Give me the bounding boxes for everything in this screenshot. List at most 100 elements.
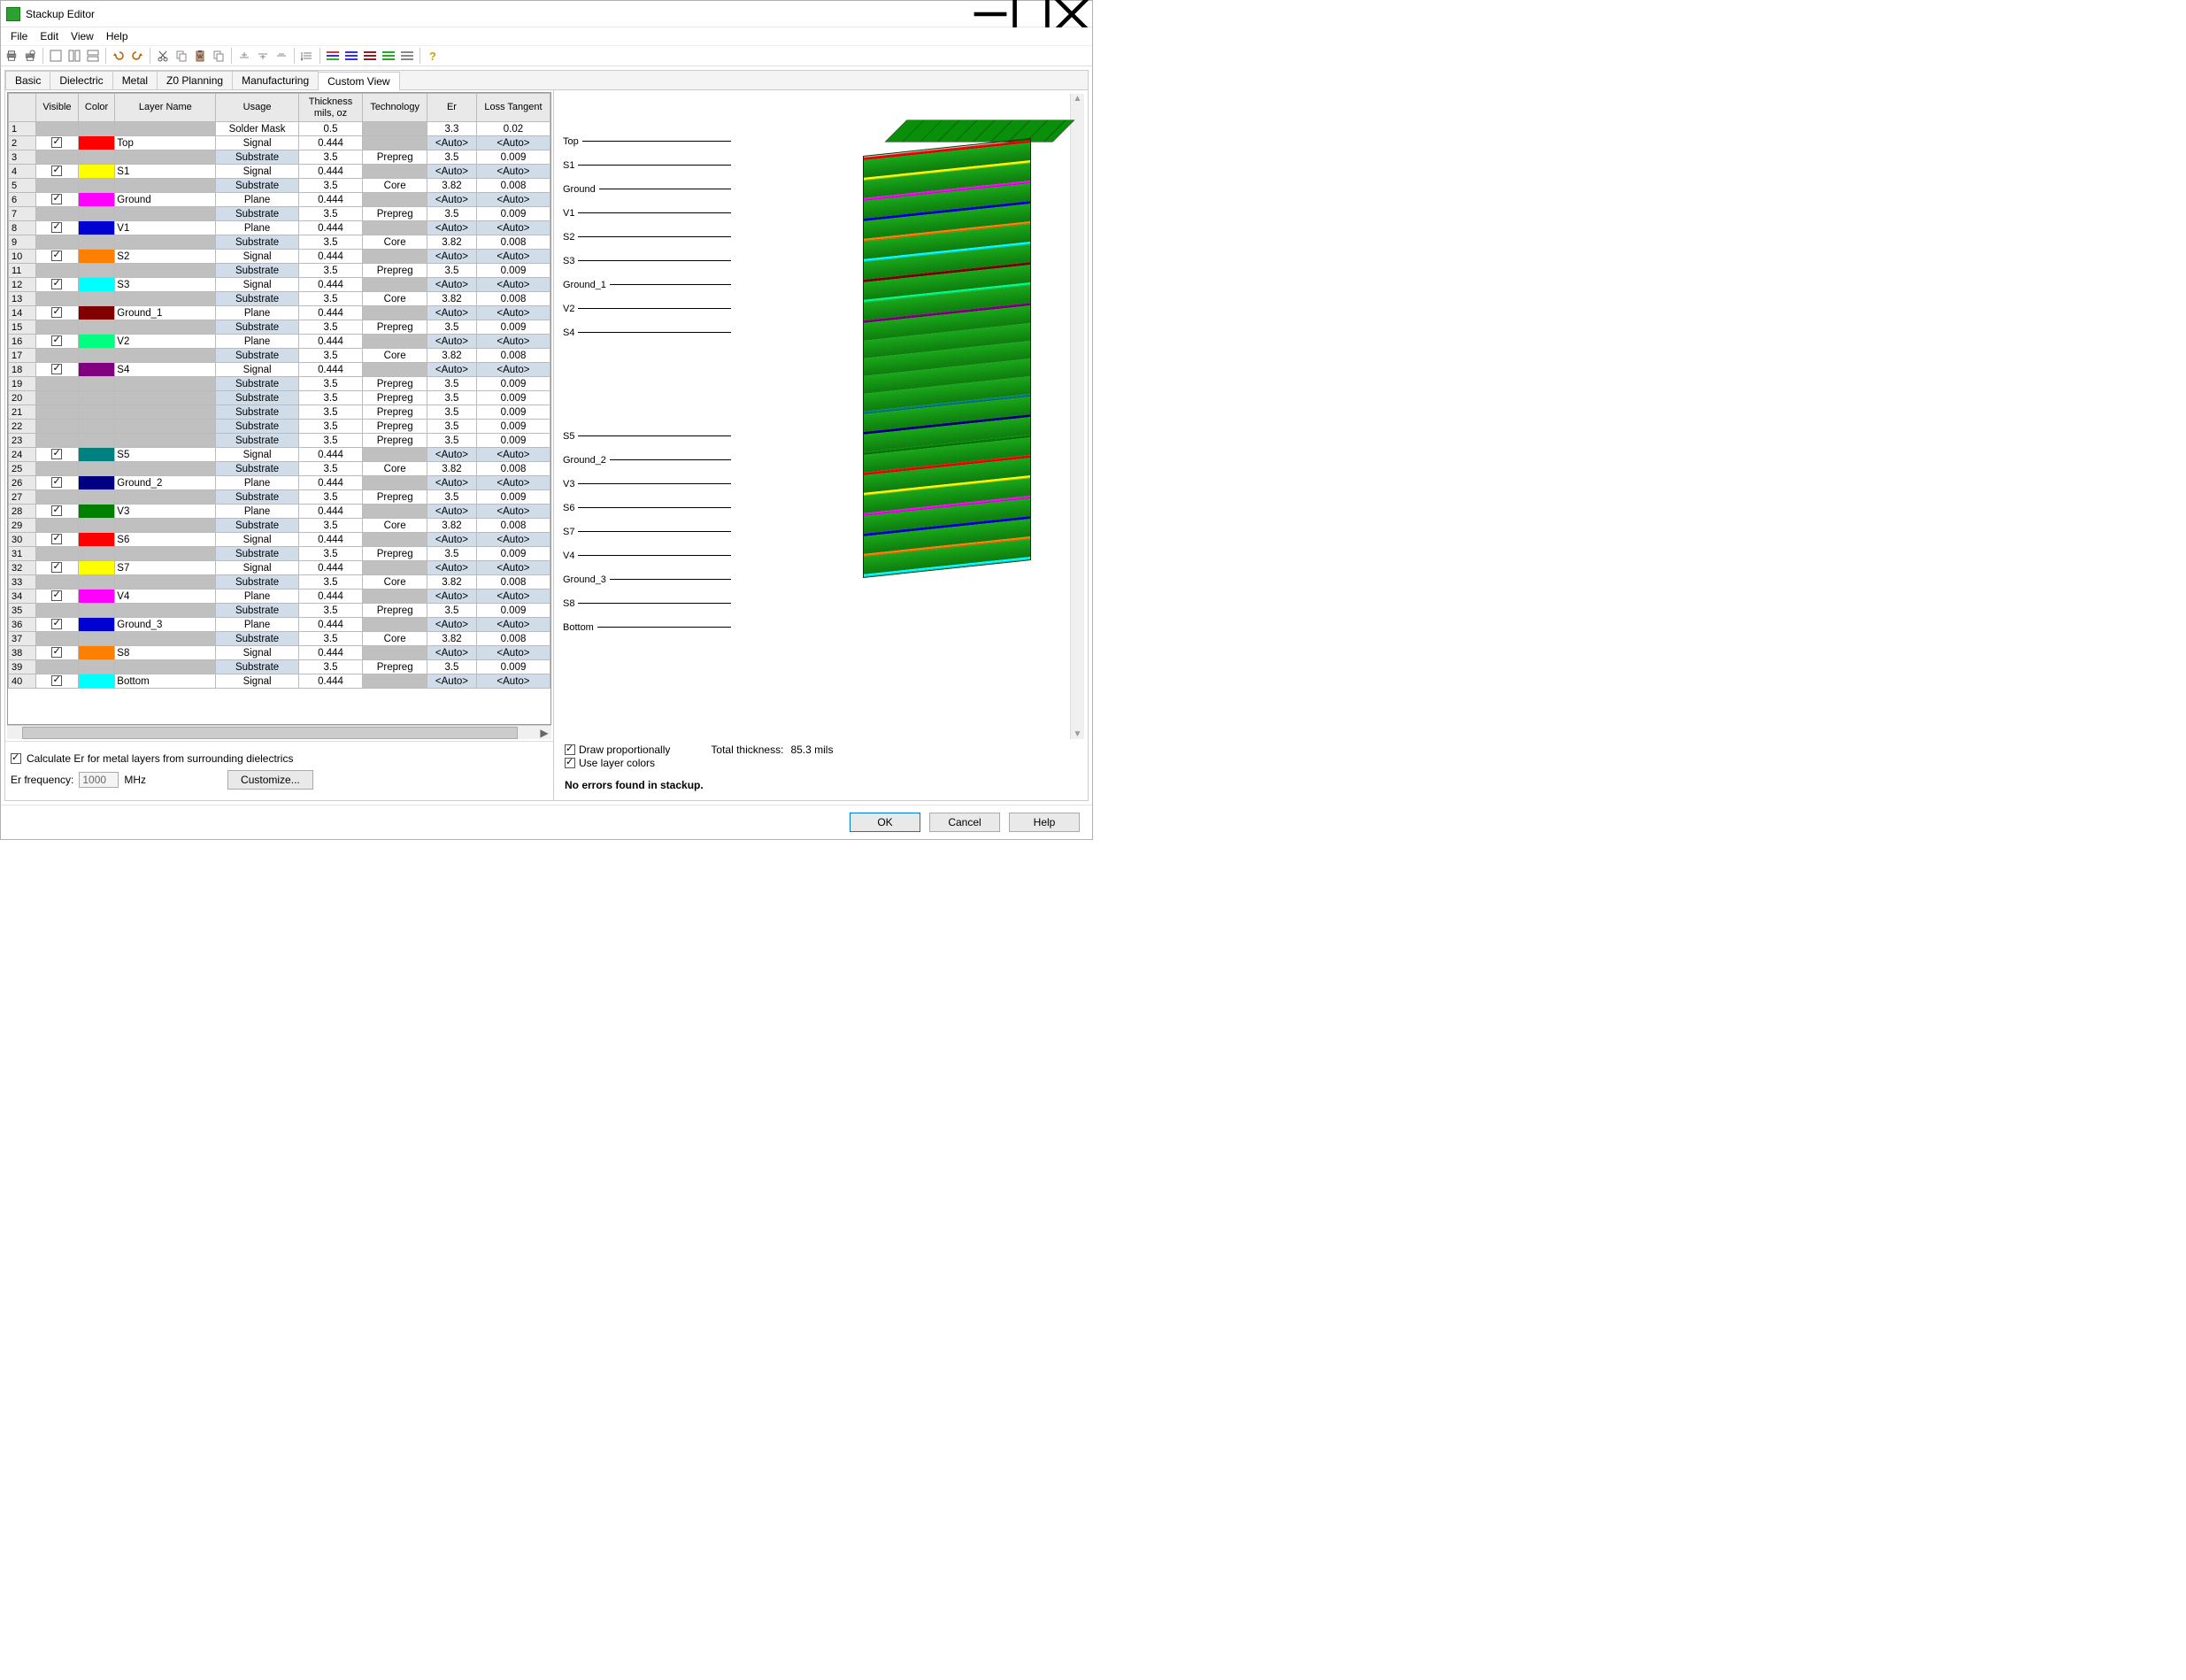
color-swatch[interactable]	[79, 618, 114, 631]
visible-checkbox[interactable]	[51, 647, 62, 658]
table-row[interactable]: 21Substrate3.5Prepreg3.50.009	[9, 405, 550, 420]
table-row[interactable]: 1Solder Mask0.53.30.02	[9, 122, 550, 136]
color-swatch[interactable]	[79, 533, 114, 546]
color-swatch[interactable]	[79, 646, 114, 659]
color-swatch[interactable]	[79, 363, 114, 376]
ok-button[interactable]: OK	[850, 813, 920, 832]
visible-checkbox[interactable]	[51, 505, 62, 516]
visible-checkbox[interactable]	[51, 222, 62, 233]
menu-help[interactable]: Help	[100, 28, 135, 44]
col-header[interactable]: Color	[78, 94, 114, 122]
tab-basic[interactable]: Basic	[5, 71, 50, 89]
redo-icon[interactable]	[128, 47, 146, 65]
table-row[interactable]: 40BottomSignal0.444<Auto><Auto>	[9, 674, 550, 689]
col-header[interactable]	[9, 94, 36, 122]
visible-checkbox[interactable]	[51, 194, 62, 204]
col-header[interactable]: Loss Tangent	[476, 94, 550, 122]
table-row[interactable]: 23Substrate3.5Prepreg3.50.009	[9, 434, 550, 448]
draw-proportionally-checkbox[interactable]: Draw proportionally	[565, 744, 670, 756]
table-row[interactable]: 27Substrate3.5Prepreg3.50.009	[9, 490, 550, 505]
color-swatch[interactable]	[79, 505, 114, 518]
color-swatch[interactable]	[79, 165, 114, 178]
visible-checkbox[interactable]	[51, 534, 62, 544]
col-header[interactable]: Layer Name	[115, 94, 216, 122]
table-row[interactable]: 18S4Signal0.444<Auto><Auto>	[9, 363, 550, 377]
table-row[interactable]: 39Substrate3.5Prepreg3.50.009	[9, 660, 550, 674]
view-split-v-icon[interactable]	[65, 47, 83, 65]
print-icon[interactable]	[3, 47, 20, 65]
help-icon[interactable]: ?	[424, 47, 442, 65]
table-row[interactable]: 34V4Plane0.444<Auto><Auto>	[9, 590, 550, 604]
tab-custom-view[interactable]: Custom View	[318, 72, 399, 90]
visible-checkbox[interactable]	[51, 166, 62, 176]
cut-icon[interactable]	[154, 47, 172, 65]
table-row[interactable]: 17Substrate3.5Core3.820.008	[9, 349, 550, 363]
visible-checkbox[interactable]	[51, 307, 62, 318]
visible-checkbox[interactable]	[51, 279, 62, 289]
tab-z0-planning[interactable]: Z0 Planning	[157, 71, 233, 89]
maximize-button[interactable]	[1011, 1, 1051, 27]
customize-button[interactable]: Customize...	[227, 770, 313, 790]
color-swatch[interactable]	[79, 561, 114, 574]
view-single-icon[interactable]	[47, 47, 65, 65]
table-row[interactable]: 15Substrate3.5Prepreg3.50.009	[9, 320, 550, 335]
remove-layer-icon[interactable]	[273, 47, 290, 65]
minimize-button[interactable]	[970, 1, 1011, 27]
color-swatch[interactable]	[79, 250, 114, 263]
visible-checkbox[interactable]	[51, 477, 62, 488]
tab-metal[interactable]: Metal	[112, 71, 158, 89]
col-header[interactable]: Technology	[363, 94, 427, 122]
lines-gray-icon[interactable]	[398, 47, 416, 65]
tab-manufacturing[interactable]: Manufacturing	[232, 71, 319, 89]
er-freq-input[interactable]	[79, 772, 119, 788]
visible-checkbox[interactable]	[51, 562, 62, 573]
calc-er-checkbox[interactable]	[11, 753, 21, 764]
color-swatch[interactable]	[79, 335, 114, 348]
menu-edit[interactable]: Edit	[34, 28, 65, 44]
table-row[interactable]: 14Ground_1Plane0.444<Auto><Auto>	[9, 306, 550, 320]
color-swatch[interactable]	[79, 278, 114, 291]
color-swatch[interactable]	[79, 306, 114, 320]
col-header[interactable]: Thicknessmils, oz	[298, 94, 363, 122]
add-layer-above-icon[interactable]	[235, 47, 253, 65]
color-swatch[interactable]	[79, 448, 114, 461]
menu-file[interactable]: File	[4, 28, 34, 44]
horizontal-scrollbar[interactable]: ▶	[7, 725, 551, 739]
table-row[interactable]: 11Substrate3.5Prepreg3.50.009	[9, 264, 550, 278]
close-button[interactable]	[1051, 1, 1092, 27]
table-row[interactable]: 22Substrate3.5Prepreg3.50.009	[9, 420, 550, 434]
color-red-icon[interactable]	[324, 47, 342, 65]
table-row[interactable]: 16V2Plane0.444<Auto><Auto>	[9, 335, 550, 349]
table-row[interactable]: 36Ground_3Plane0.444<Auto><Auto>	[9, 618, 550, 632]
color-swatch[interactable]	[79, 590, 114, 603]
lines-blue-icon[interactable]	[343, 47, 360, 65]
table-row[interactable]: 24S5Signal0.444<Auto><Auto>	[9, 448, 550, 462]
color-swatch[interactable]	[79, 221, 114, 235]
table-row[interactable]: 2TopSignal0.444<Auto><Auto>	[9, 136, 550, 150]
table-row[interactable]: 7Substrate3.5Prepreg3.50.009	[9, 207, 550, 221]
table-row[interactable]: 9Substrate3.5Core3.820.008	[9, 235, 550, 250]
table-row[interactable]: 4S1Signal0.444<Auto><Auto>	[9, 165, 550, 179]
col-header[interactable]: Er	[427, 94, 476, 122]
menu-view[interactable]: View	[65, 28, 100, 44]
stackup-table[interactable]: VisibleColorLayer NameUsageThicknessmils…	[7, 92, 551, 725]
table-row[interactable]: 20Substrate3.5Prepreg3.50.009	[9, 391, 550, 405]
color-swatch[interactable]	[79, 136, 114, 150]
color-swatch[interactable]	[79, 193, 114, 206]
table-row[interactable]: 29Substrate3.5Core3.820.008	[9, 519, 550, 533]
table-row[interactable]: 35Substrate3.5Prepreg3.50.009	[9, 604, 550, 618]
help-button[interactable]: Help	[1009, 813, 1080, 832]
col-header[interactable]: Visible	[36, 94, 79, 122]
table-row[interactable]: 25Substrate3.5Core3.820.008	[9, 462, 550, 476]
paste-icon[interactable]: W	[191, 47, 209, 65]
table-row[interactable]: 19Substrate3.5Prepreg3.50.009	[9, 377, 550, 391]
lines-darkred-icon[interactable]	[361, 47, 379, 65]
view-split-h-icon[interactable]	[84, 47, 102, 65]
table-row[interactable]: 6GroundPlane0.444<Auto><Auto>	[9, 193, 550, 207]
table-row[interactable]: 13Substrate3.5Core3.820.008	[9, 292, 550, 306]
table-row[interactable]: 28V3Plane0.444<Auto><Auto>	[9, 505, 550, 519]
table-row[interactable]: 5Substrate3.5Core3.820.008	[9, 179, 550, 193]
stackup-3d-view[interactable]: ▲▼ TopS1GroundV1S2S3Ground_1V2S4S5Ground…	[558, 94, 1084, 739]
table-row[interactable]: 26Ground_2Plane0.444<Auto><Auto>	[9, 476, 550, 490]
table-row[interactable]: 38S8Signal0.444<Auto><Auto>	[9, 646, 550, 660]
